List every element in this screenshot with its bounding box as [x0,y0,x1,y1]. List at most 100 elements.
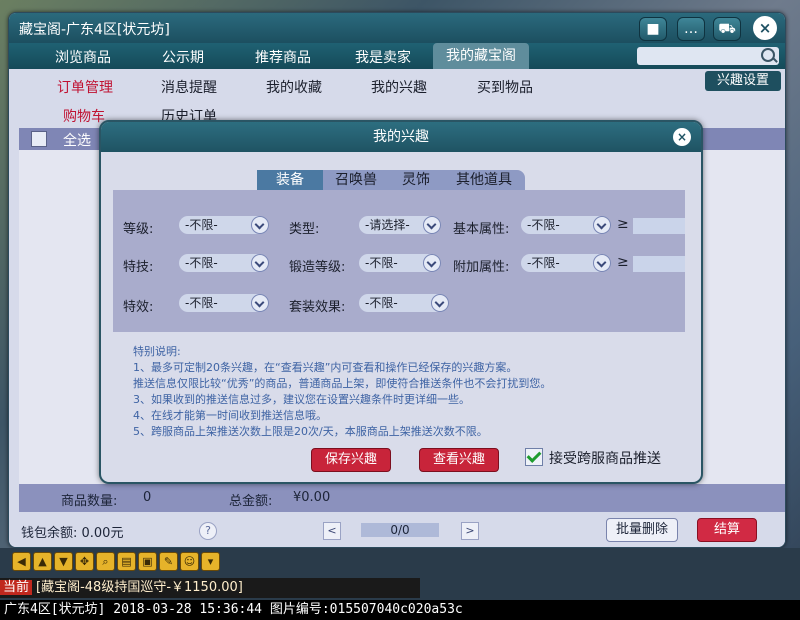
nav-browse[interactable]: 浏览商品 [35,47,131,67]
chevron-down-icon[interactable] [593,216,611,234]
level-select[interactable]: -不限- [179,216,269,234]
chat-text[interactable]: [藏宝阁-48级持国巡守-￥1150.00] [36,580,243,595]
dialog-title: 我的兴趣 × [101,122,701,152]
chevron-down-icon[interactable] [251,254,269,272]
subnav-bought[interactable]: 买到物品 [477,77,533,97]
view-interest-button[interactable]: 查看兴趣 [419,448,499,472]
tab-summon[interactable]: 召唤兽 [323,170,389,190]
interest-settings-button[interactable]: 兴趣设置 [705,71,781,91]
lock-icon[interactable]: ▣ [138,552,157,571]
forge-select[interactable]: -不限- [359,254,441,272]
chevron-down-icon[interactable] [251,294,269,312]
chat-icon[interactable]: … [677,17,705,41]
move-icon[interactable]: ✥ [75,552,94,571]
search-icon[interactable] [761,48,775,62]
type-select[interactable]: -请选择- [359,216,441,234]
nav-seller[interactable]: 我是卖家 [335,47,431,67]
tab-accessory[interactable]: 灵饰 [389,170,443,190]
cart-footer: 钱包余额: 0.00元 ? < 0/0 > 批量删除 结算 [9,514,785,547]
total-value: ¥0.00 [293,490,331,505]
chevron-down-icon[interactable] [251,216,269,234]
add-attr-select-value: -不限- [527,256,560,270]
emote-icon[interactable]: ☺ [180,552,199,571]
level-select-value: -不限- [185,218,218,232]
select-all-checkbox[interactable] [31,131,47,147]
note-line: 5、跨服商品上架推送次数上限是20次/天，本服商品上架推送次数不限。 [133,425,488,438]
add-attr-min-input[interactable] [633,256,685,272]
nav-my-cangbaoge[interactable]: 我的藏宝阁 [433,43,529,69]
cart-icon[interactable]: ⛟ [713,17,741,41]
accept-cross-server-checkbox[interactable] [525,448,543,466]
base-attr-select-value: -不限- [527,218,560,232]
subnav-orders[interactable]: 订单管理 [57,77,113,97]
effect-select[interactable]: -不限- [179,294,269,312]
note-line: 4、在线才能第一时间收到推送信息哦。 [133,409,327,422]
base-attr-min-input[interactable] [633,218,685,234]
dialog-title-text: 我的兴趣 [373,129,429,145]
subnav-cart[interactable]: 购物车 [63,106,105,126]
tab-equipment[interactable]: 装备 [257,170,323,190]
checkout-button[interactable]: 结算 [697,518,757,542]
search-input[interactable] [637,47,779,65]
note-line: 1、最多可定制20条兴趣，在“查看兴趣”内可查看和操作已经保存的兴趣方案。 [133,361,518,374]
type-select-value: -请选择- [365,218,410,232]
count-value: 0 [143,490,152,505]
prev-page-button[interactable]: < [323,522,341,540]
arrow-left-icon[interactable]: ◀ [12,552,31,571]
forge-label: 锻造等级: [289,260,346,275]
accept-cross-server-label: 接受跨服商品推送 [549,451,661,467]
zoom-icon[interactable]: ⌕ [96,552,115,571]
count-label: 商品数量: [61,494,118,509]
dropdown-icon[interactable]: ▾ [201,552,220,571]
dialog-close-icon[interactable]: × [673,128,691,146]
effect-label: 特效: [123,300,154,315]
interest-dialog: 我的兴趣 × 装备 召唤兽 灵饰 其他道具 等级: -不限- 类型: -请选择-… [99,120,703,484]
set-select[interactable]: -不限- [359,294,449,312]
arrow-down-icon[interactable]: ▼ [54,552,73,571]
add-attr-label: 附加属性: [453,260,510,275]
close-icon[interactable]: × [753,16,777,40]
skill-select-value: -不限- [185,256,218,270]
effect-select-value: -不限- [185,296,218,310]
next-page-button[interactable]: > [461,522,479,540]
set-label: 套装效果: [289,300,346,315]
base-attr-label: 基本属性: [453,222,510,237]
total-label: 总金额: [229,494,273,509]
add-attr-select[interactable]: -不限- [521,254,611,272]
save-interest-button[interactable]: 保存兴趣 [311,448,391,472]
type-label: 类型: [289,222,320,237]
help-icon[interactable]: ? [199,522,217,540]
base-attr-select[interactable]: -不限- [521,216,611,234]
brush-icon[interactable]: ✎ [159,552,178,571]
note-icon[interactable]: ▤ [117,552,136,571]
hud-toolbar: ◀ ▲ ▼ ✥ ⌕ ▤ ▣ ✎ ☺ ▾ [12,552,222,571]
skill-select[interactable]: -不限- [179,254,269,272]
level-label: 等级: [123,222,154,237]
note-line: 特别说明: [133,345,181,358]
note-line: 3、如果收到的推送信息过多，建议您在设置兴趣条件时更详细一些。 [133,393,470,406]
skill-label: 特技: [123,260,154,275]
tab-other-items[interactable]: 其他道具 [443,170,525,190]
filter-panel: 等级: -不限- 类型: -请选择- 基本属性: -不限- ≥ 特技: -不限-… [113,190,685,332]
subnav-messages[interactable]: 消息提醒 [161,77,217,97]
stop-icon[interactable]: ■ [639,17,667,41]
subnav-favorites[interactable]: 我的收藏 [266,77,322,97]
nav-recommend[interactable]: 推荐商品 [235,47,331,67]
wallet-balance: 钱包余额: 0.00元 [21,526,124,541]
gte-symbol: ≥ [617,254,629,270]
cart-summary: 商品数量: 0 总金额: ¥0.00 [19,484,785,512]
channel-tag[interactable]: 当前 [0,580,33,595]
set-select-value: -不限- [365,296,398,310]
subnav-interests[interactable]: 我的兴趣 [371,77,427,97]
special-notes: 特别说明: 1、最多可定制20条兴趣，在“查看兴趣”内可查看和操作已经保存的兴趣… [133,344,551,440]
nav-publicity[interactable]: 公示期 [135,47,231,67]
chevron-down-icon[interactable] [423,254,441,272]
forge-select-value: -不限- [365,256,398,270]
arrow-up-icon[interactable]: ▲ [33,552,52,571]
chevron-down-icon[interactable] [593,254,611,272]
chevron-down-icon[interactable] [423,216,441,234]
title-bar: 藏宝阁-广东4区[状元坊] ■ … ⛟ × [9,13,785,43]
gte-symbol: ≥ [617,216,629,232]
chevron-down-icon[interactable] [431,294,449,312]
bulk-delete-button[interactable]: 批量删除 [606,518,678,542]
